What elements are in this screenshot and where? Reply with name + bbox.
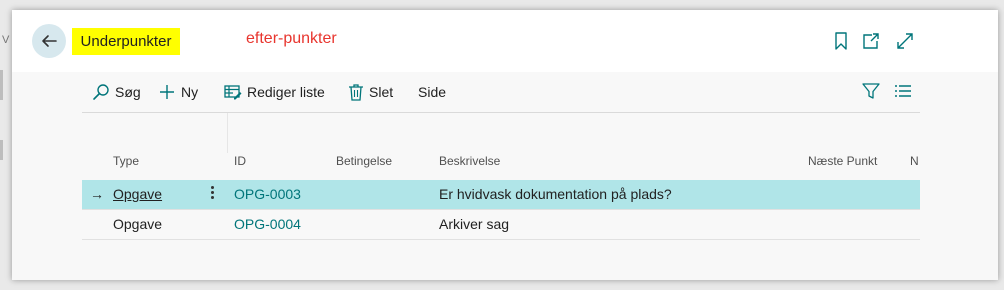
column-header-truncated[interactable]: N xyxy=(910,154,920,168)
table-row[interactable]: → Opgave OPG-0003 Er hvidvask dokumentat… xyxy=(82,180,920,210)
plus-icon xyxy=(160,85,174,99)
search-label: Søg xyxy=(115,84,141,100)
column-header-id[interactable]: ID xyxy=(234,154,246,168)
cell-id[interactable]: OPG-0004 xyxy=(234,216,301,232)
page-menu-button[interactable]: Side xyxy=(418,82,446,102)
trash-icon xyxy=(349,84,363,101)
cell-id[interactable]: OPG-0003 xyxy=(234,186,301,202)
table-row[interactable]: Opgave OPG-0004 Arkiver sag xyxy=(82,210,920,240)
edit-list-label: Rediger liste xyxy=(247,84,325,100)
current-row-arrow-icon: → xyxy=(90,186,104,202)
list-view-icon[interactable] xyxy=(894,82,912,100)
filter-icon[interactable] xyxy=(862,82,880,100)
search-button[interactable]: Søg xyxy=(92,82,141,102)
background-title-glyph: V xyxy=(2,34,10,46)
page-title: Underpunkter xyxy=(72,28,180,55)
new-button[interactable]: Ny xyxy=(158,82,198,102)
action-bar: Søg Ny Rediger liste Slet Side xyxy=(82,72,920,113)
background-line xyxy=(0,140,3,160)
background-line xyxy=(0,70,3,100)
back-button[interactable] xyxy=(32,24,66,58)
delete-button[interactable]: Slet xyxy=(348,82,393,102)
cell-description[interactable]: Arkiver sag xyxy=(439,216,509,232)
column-header-type[interactable]: Type xyxy=(113,154,139,168)
expand-icon[interactable] xyxy=(896,32,914,50)
annotation-text: efter-punkter xyxy=(246,30,337,47)
bookmark-icon[interactable] xyxy=(834,32,848,50)
search-icon xyxy=(93,84,109,100)
share-icon[interactable] xyxy=(862,32,880,50)
cell-description[interactable]: Er hvidvask dokumentation på plads? xyxy=(439,186,672,202)
new-label: Ny xyxy=(181,84,199,100)
cell-type[interactable]: Opgave xyxy=(113,186,162,202)
edit-list-icon xyxy=(224,85,242,100)
column-header-next-point[interactable]: Næste Punkt xyxy=(808,154,877,168)
row-actions-menu[interactable] xyxy=(209,184,215,204)
back-arrow-icon xyxy=(42,35,57,47)
cell-type[interactable]: Opgave xyxy=(113,216,162,232)
column-header-condition[interactable]: Betingelse xyxy=(336,154,392,168)
page-menu-label: Side xyxy=(418,84,447,100)
delete-label: Slet xyxy=(369,84,394,100)
column-header-description[interactable]: Beskrivelse xyxy=(439,154,500,168)
dialog-header: Underpunkter efter-punkter xyxy=(12,10,998,72)
subpage-dialog: Underpunkter efter-punkter Søg Ny Redige… xyxy=(12,10,998,280)
column-divider xyxy=(227,113,228,153)
edit-list-button[interactable]: Rediger liste xyxy=(224,82,325,102)
